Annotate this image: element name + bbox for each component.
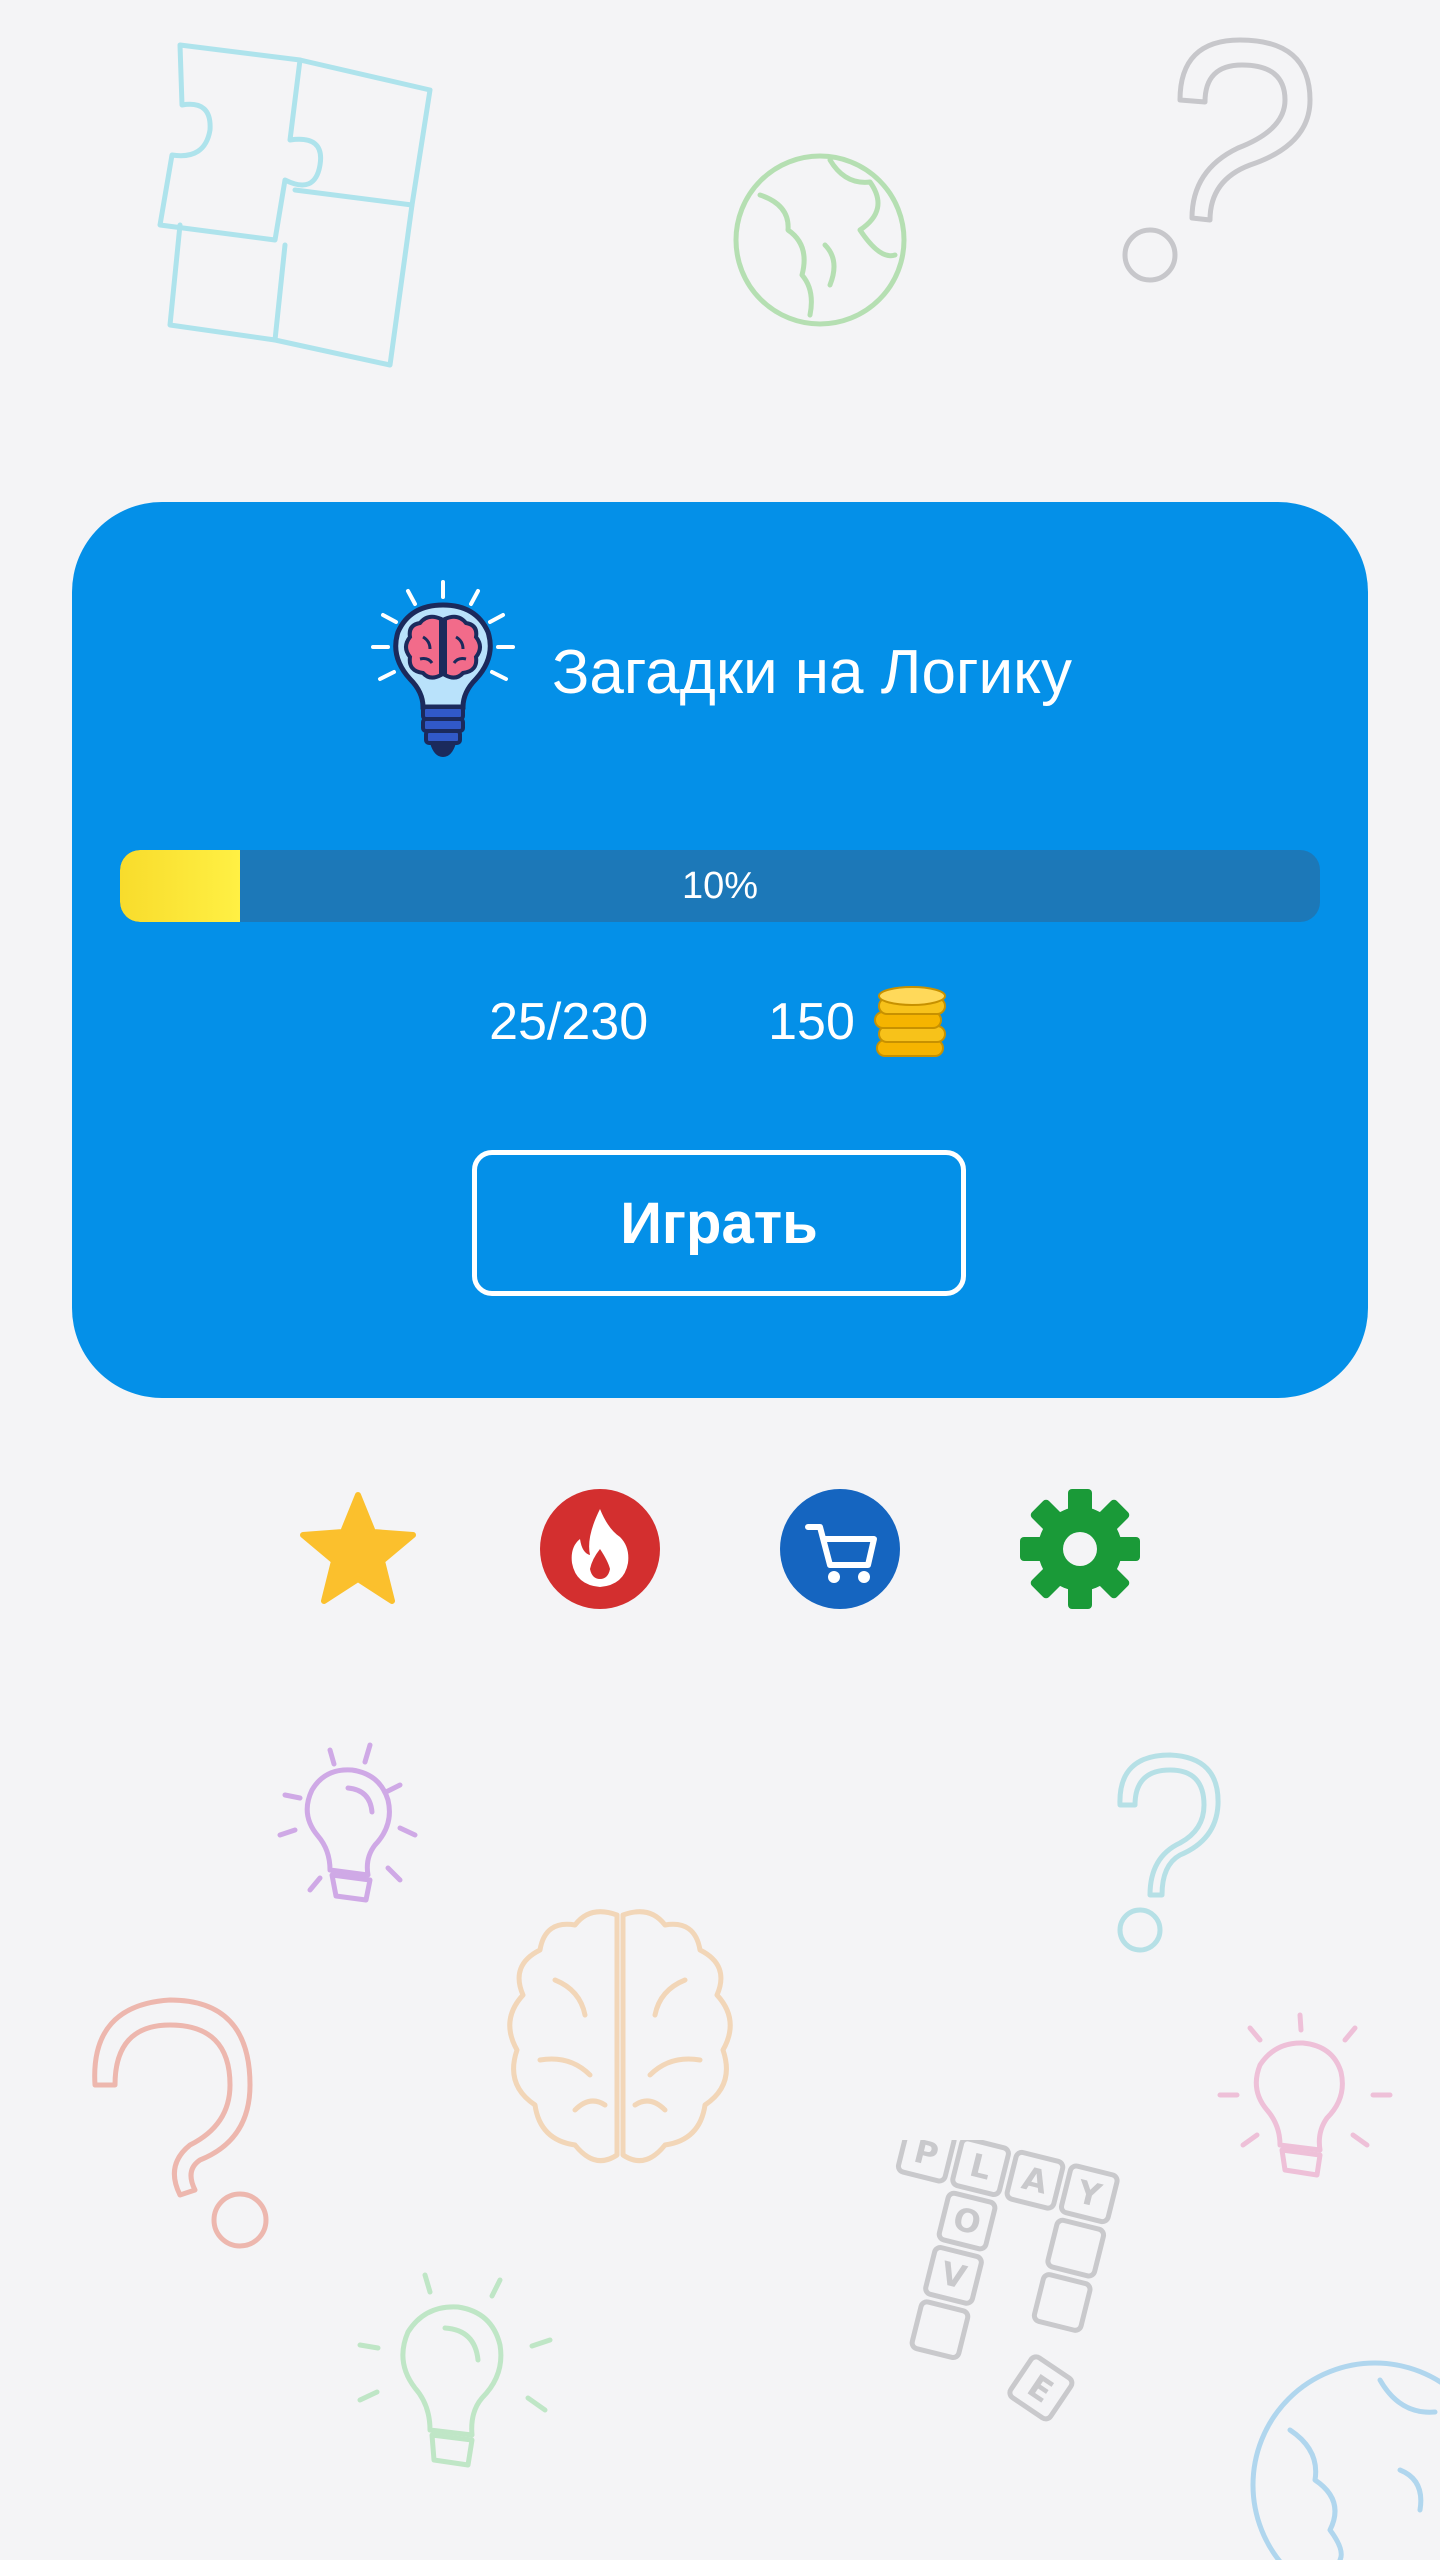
favorites-button[interactable] xyxy=(296,1487,420,1611)
crossword-letter: L xyxy=(966,2146,995,2188)
globe-icon xyxy=(733,153,907,327)
crossword-letter: A xyxy=(1018,2159,1051,2202)
lightbulb-icon xyxy=(277,1742,418,1903)
crossword-letter: Y xyxy=(1072,2172,1105,2215)
coins-balance: 150 xyxy=(768,982,951,1062)
cart-icon xyxy=(780,1489,900,1609)
crossword-tiles-icon: P L A Y O V E xyxy=(895,2140,1120,2422)
bottom-icon-row xyxy=(0,1487,1440,1611)
crossword-letter: V xyxy=(937,2254,970,2297)
levels-count: 25/230 xyxy=(489,993,649,1051)
progress-bar: 10% xyxy=(120,850,1320,922)
progress-label: 10% xyxy=(681,864,759,907)
question-mark-icon xyxy=(1117,1752,1221,1953)
fire-icon xyxy=(540,1489,660,1609)
question-mark-icon xyxy=(92,1997,269,2249)
question-mark-icon xyxy=(1122,37,1313,283)
puzzle-icon xyxy=(157,42,433,368)
stats-row: 25/230 150 xyxy=(72,972,1368,1072)
brain-icon xyxy=(507,1909,733,2164)
crossword-letter: P xyxy=(910,2140,942,2174)
brain-lightbulb-icon xyxy=(370,580,515,757)
lightbulb-icon xyxy=(357,2272,553,2468)
gear-icon xyxy=(1020,1489,1140,1609)
title-row: Загадки на Логику xyxy=(72,577,1368,767)
main-card: Загадки на Логику 10% 25/230 150 Играть xyxy=(72,502,1368,1398)
crossword-letter: O xyxy=(949,2199,985,2242)
settings-button[interactable] xyxy=(1018,1487,1142,1611)
globe-icon xyxy=(1250,2360,1440,2560)
app-title: Загадки на Логику xyxy=(551,637,1072,707)
crossword-letter: E xyxy=(1021,2367,1060,2411)
play-button[interactable]: Играть xyxy=(472,1150,966,1296)
hot-button[interactable] xyxy=(538,1487,662,1611)
star-icon xyxy=(300,1492,416,1604)
coins-count: 150 xyxy=(768,993,855,1051)
shop-button[interactable] xyxy=(778,1487,902,1611)
lightbulb-icon xyxy=(1217,2012,1393,2178)
coin-stack-icon xyxy=(873,986,946,1057)
